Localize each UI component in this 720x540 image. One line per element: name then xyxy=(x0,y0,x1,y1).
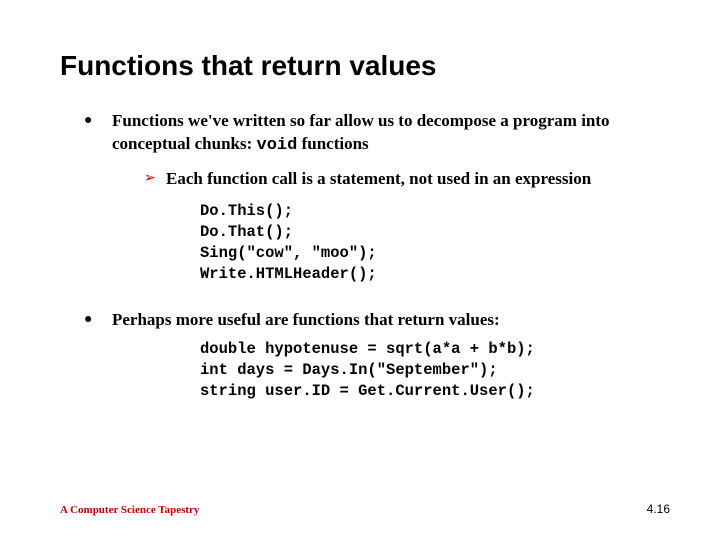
code-block-2: double hypotenuse = sqrt(a*a + b*b); int… xyxy=(200,339,670,402)
footer-right: 4.16 xyxy=(647,502,670,516)
code-block-1: Do.This(); Do.That(); Sing("cow", "moo")… xyxy=(200,201,670,285)
bullet-item-2: ● Perhaps more useful are functions that… xyxy=(60,309,670,332)
slide-title: Functions that return values xyxy=(60,50,670,82)
bullet1-code: void xyxy=(257,136,298,155)
bullet-text-2: Perhaps more useful are functions that r… xyxy=(104,309,670,332)
bullet-marker: ● xyxy=(60,309,104,332)
bullet-text-1: Functions we've written so far allow us … xyxy=(104,110,670,158)
sub-bullet-1: ➢ Each function call is a statement, not… xyxy=(144,168,670,191)
slide: Functions that return values ● Functions… xyxy=(0,0,720,540)
bullet1-post: functions xyxy=(297,134,368,153)
bullet-marker: ● xyxy=(60,110,104,158)
bullet-item-1: ● Functions we've written so far allow u… xyxy=(60,110,670,158)
sub-bullet-text: Each function call is a statement, not u… xyxy=(166,168,670,191)
footer-left: A Computer Science Tapestry xyxy=(60,504,199,516)
sub-bullet-marker: ➢ xyxy=(144,168,166,191)
